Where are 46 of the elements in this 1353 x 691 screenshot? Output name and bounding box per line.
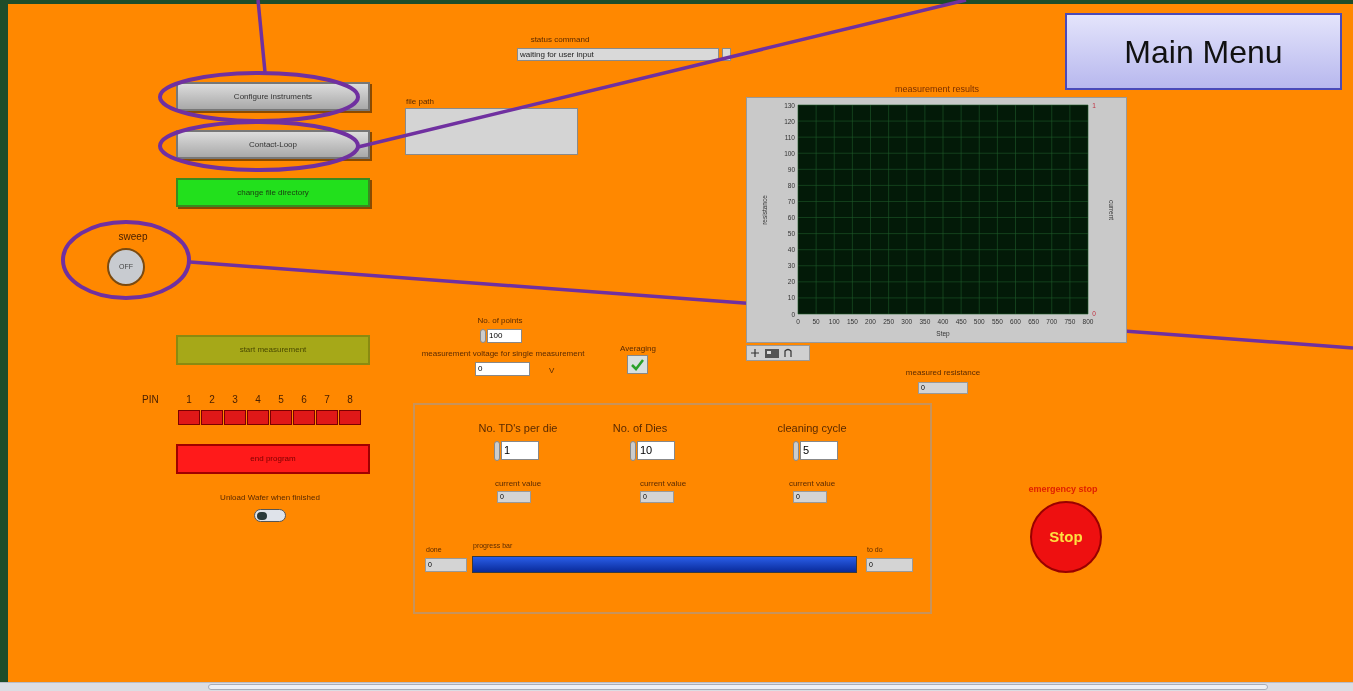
toggle-switch[interactable] (254, 509, 286, 522)
field-label: current value (788, 479, 836, 489)
checkbox-label: Averaging (620, 344, 656, 354)
panel-button[interactable]: change file directory (176, 178, 370, 207)
pin-number: 8 (347, 394, 353, 406)
numeric-field[interactable]: 10 (637, 441, 675, 460)
pin-number: 5 (278, 394, 284, 406)
unit-label: V (549, 366, 555, 376)
button-label: emergency stop (1028, 484, 1098, 495)
pin-number: 2 (209, 394, 215, 406)
status-field: waiting for user input (517, 48, 719, 61)
pin-number: 3 (232, 394, 238, 406)
button-label: sweep (118, 231, 148, 243)
pin-number: 7 (324, 394, 330, 406)
switch-label: Unload Wafer when finished (220, 493, 320, 503)
field-label: current value (639, 479, 687, 489)
averaging-checkbox[interactable] (627, 355, 648, 374)
graph-palette[interactable] (746, 345, 810, 361)
pin-number: 6 (301, 394, 307, 406)
spinner-arrows[interactable] (494, 441, 500, 461)
numeric-field[interactable]: 0 (475, 362, 530, 376)
chart-title: measurement results (895, 84, 979, 95)
panel-button[interactable]: Contact-Loop (176, 130, 370, 159)
dropdown-button[interactable] (722, 48, 731, 61)
numeric-field[interactable]: 100 (487, 329, 522, 343)
field-label: No. of points (477, 316, 523, 326)
numeric-field[interactable]: 5 (800, 441, 838, 460)
numeric-field[interactable]: 1 (501, 441, 539, 460)
counter-label: cleaning cycle (777, 422, 847, 435)
menu-callout: Main Menu (1065, 13, 1342, 90)
field-label: measured resistance (905, 368, 981, 378)
spinner-arrows[interactable] (630, 441, 636, 461)
spinner-arrows[interactable] (480, 329, 486, 343)
horizontal-scrollbar[interactable] (0, 682, 1353, 691)
counter-label: No. TD's per die (478, 422, 558, 435)
pin-label: PIN (142, 394, 159, 406)
field-label: status command (530, 35, 590, 45)
field-label: file path (406, 97, 435, 107)
spinner-arrows[interactable] (793, 441, 799, 461)
field-label: current value (494, 479, 542, 489)
panel-button[interactable]: Configure instruments (176, 82, 370, 111)
pin-number: 4 (255, 394, 261, 406)
counter-label: No. of Dies (612, 422, 668, 435)
file-path-field[interactable] (405, 108, 578, 155)
pin-number: 1 (186, 394, 192, 406)
field-label: measurement voltage for single measurement (421, 349, 585, 359)
